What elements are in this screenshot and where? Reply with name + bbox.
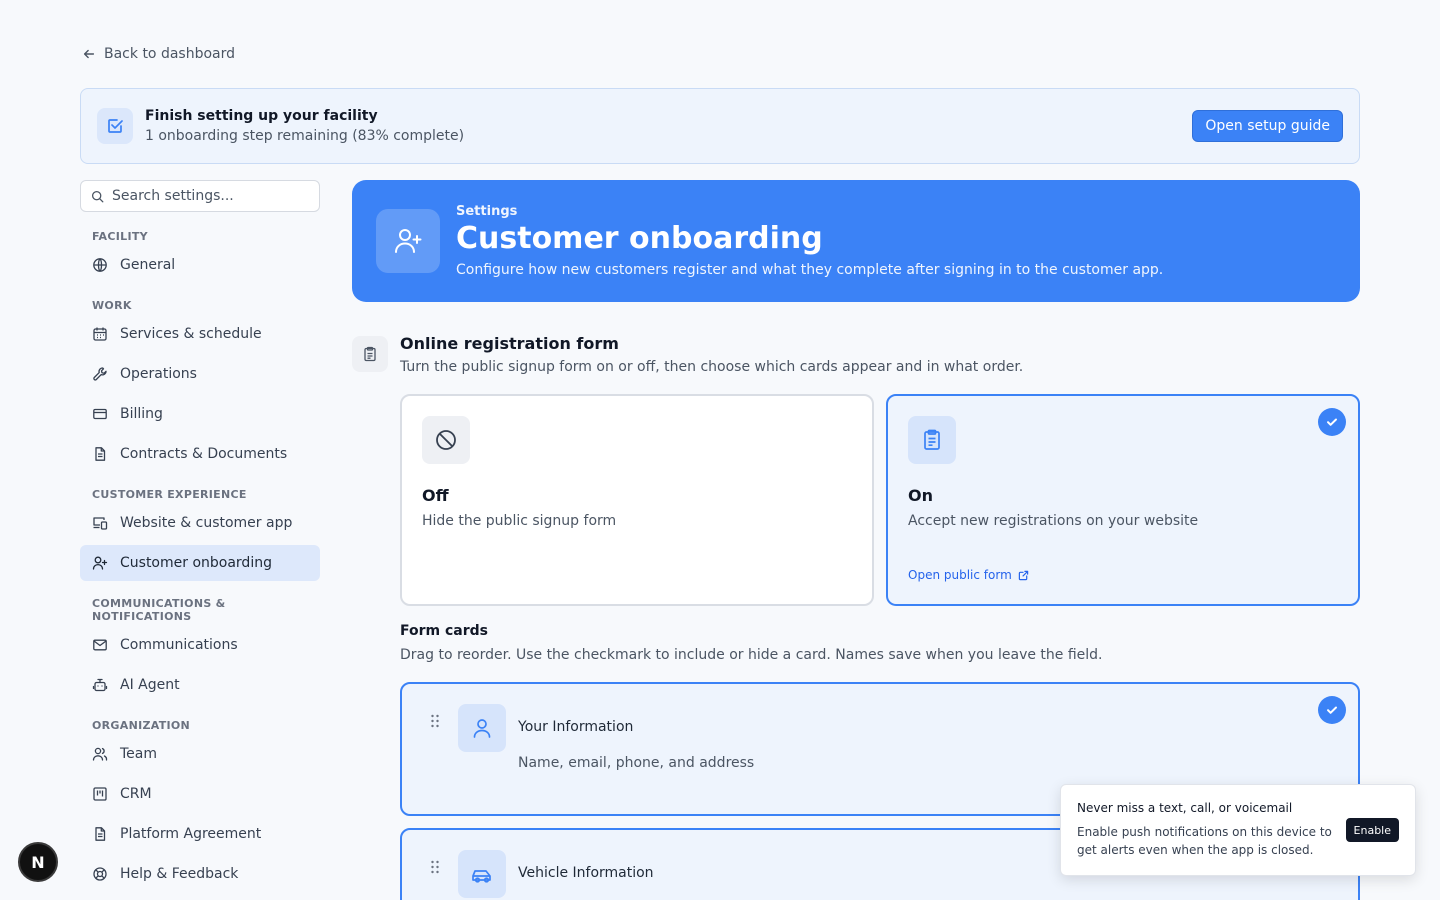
back-link-label: Back to dashboard (104, 46, 236, 62)
registration-option-on[interactable]: On Accept new registrations on your webs… (886, 394, 1360, 606)
setup-progress: 1 onboarding step remaining (83% complet… (145, 128, 465, 144)
check-icon (1327, 706, 1337, 714)
ban-icon (422, 416, 470, 464)
lifebuoy-icon (93, 867, 107, 881)
sidebar-item-customer-onboarding[interactable]: Customer onboarding (80, 545, 320, 581)
sidebar-item-communications[interactable]: Communications (80, 627, 320, 663)
sidebar-item-label: Communications (120, 637, 238, 653)
sidebar-item-label: Services & schedule (120, 326, 262, 342)
user-plus-icon (376, 209, 440, 273)
user-plus-icon (92, 556, 108, 570)
document-icon (95, 827, 106, 841)
section-label-work: WORK (92, 299, 132, 312)
sidebar-item-billing[interactable]: Billing (80, 396, 320, 432)
include-check-toggle[interactable] (1318, 696, 1346, 724)
option-description: Hide the public signup form (422, 513, 617, 529)
sidebar-item-services-schedule[interactable]: Services & schedule (80, 316, 320, 352)
car-icon (458, 850, 506, 898)
section-label-communications: COMMUNICATIONS & NOTIFICATIONS (92, 597, 226, 623)
option-title: On (908, 486, 933, 505)
search-icon (91, 190, 104, 202)
sidebar-item-label: Customer onboarding (120, 555, 272, 571)
user-icon (458, 704, 506, 752)
external-link-icon (1018, 570, 1028, 580)
search-placeholder: Search settings... (112, 188, 234, 204)
option-description: Accept new registrations on your website (908, 513, 1199, 529)
page-header: Settings Customer onboarding Configure h… (352, 180, 1360, 302)
wrench-icon (93, 367, 107, 381)
bot-icon (92, 678, 108, 692)
sidebar-item-label: Platform Agreement (120, 826, 262, 842)
mail-icon (93, 639, 107, 651)
sidebar-item-general[interactable]: General (80, 247, 320, 283)
push-notification-toast: Never miss a text, call, or voicemail En… (1060, 784, 1416, 876)
setup-title: Finish setting up your facility (145, 108, 378, 124)
form-card-name[interactable]: Your Information (518, 719, 633, 735)
calendar-icon (93, 327, 107, 341)
sidebar-item-platform-agreement[interactable]: Platform Agreement (80, 816, 320, 852)
form-card-description: Name, email, phone, and address (518, 755, 755, 771)
section-label-customer-experience: CUSTOMER EXPERIENCE (92, 488, 247, 501)
sidebar-item-website-customer-app[interactable]: Website & customer app (80, 505, 320, 541)
setup-banner: Finish setting up your facility 1 onboar… (80, 88, 1360, 164)
drag-handle-icon[interactable] (430, 860, 440, 874)
form-card-name[interactable]: Vehicle Information (518, 865, 654, 881)
open-setup-guide-button[interactable]: Open setup guide (1192, 110, 1343, 142)
registration-section-title: Online registration form (400, 334, 619, 353)
form-cards-description: Drag to reorder. Use the checkmark to in… (400, 647, 1103, 663)
selected-check-icon (1318, 408, 1346, 436)
checkbox-icon (97, 108, 133, 144)
registration-section-description: Turn the public signup form on or off, t… (400, 359, 1024, 375)
globe-icon (93, 258, 107, 272)
back-to-dashboard-link[interactable]: Back to dashboard (82, 46, 235, 62)
sidebar-item-team[interactable]: Team (80, 736, 320, 772)
open-public-form-link[interactable]: Open public form (908, 568, 1029, 582)
sidebar-item-ai-agent[interactable]: AI Agent (80, 667, 320, 703)
devices-icon (93, 517, 108, 530)
dev-tools-badge[interactable]: N (18, 842, 58, 882)
sidebar-item-help-feedback[interactable]: Help & Feedback (80, 856, 320, 892)
page-title: Customer onboarding (456, 221, 823, 256)
form-cards-title: Form cards (400, 623, 488, 639)
users-icon (92, 747, 108, 761)
sidebar-item-label: AI Agent (120, 677, 180, 693)
registration-option-off[interactable]: Off Hide the public signup form (400, 394, 874, 606)
sidebar-item-label: Contracts & Documents (120, 446, 288, 462)
drag-handle-icon[interactable] (430, 714, 440, 728)
sidebar-item-contracts-documents[interactable]: Contracts & Documents (80, 436, 320, 472)
toast-title: Never miss a text, call, or voicemail (1077, 801, 1293, 815)
toast-description: Enable push notifications on this device… (1077, 825, 1332, 857)
document-icon (95, 447, 106, 461)
section-label-organization: ORGANIZATION (92, 719, 191, 732)
sidebar-item-label: Team (120, 746, 158, 762)
sidebar-item-label: Operations (120, 366, 197, 382)
sidebar-item-operations[interactable]: Operations (80, 356, 320, 392)
sidebar-item-label: Help & Feedback (120, 866, 239, 882)
clipboard-icon (352, 336, 388, 372)
sidebar-item-label: Website & customer app (120, 515, 293, 531)
enable-notifications-button[interactable]: Enable (1345, 818, 1399, 842)
settings-sidebar: Search settings... FACILITY General WORK… (80, 180, 320, 892)
sidebar-item-label: Billing (120, 406, 163, 422)
section-label-facility: FACILITY (92, 230, 148, 243)
search-input[interactable]: Search settings... (80, 180, 320, 212)
sidebar-item-label: General (120, 257, 176, 273)
clipboard-icon (908, 416, 956, 464)
sidebar-item-label: CRM (120, 786, 152, 802)
credit-card-icon (93, 408, 107, 420)
link-label: Open public form (908, 568, 1012, 582)
kanban-icon (93, 787, 107, 801)
arrow-left-icon (83, 49, 95, 59)
page-kicker: Settings (456, 204, 518, 219)
sidebar-item-crm[interactable]: CRM (80, 776, 320, 812)
option-title: Off (422, 486, 449, 505)
page-subtitle: Configure how new customers register and… (456, 262, 1164, 278)
